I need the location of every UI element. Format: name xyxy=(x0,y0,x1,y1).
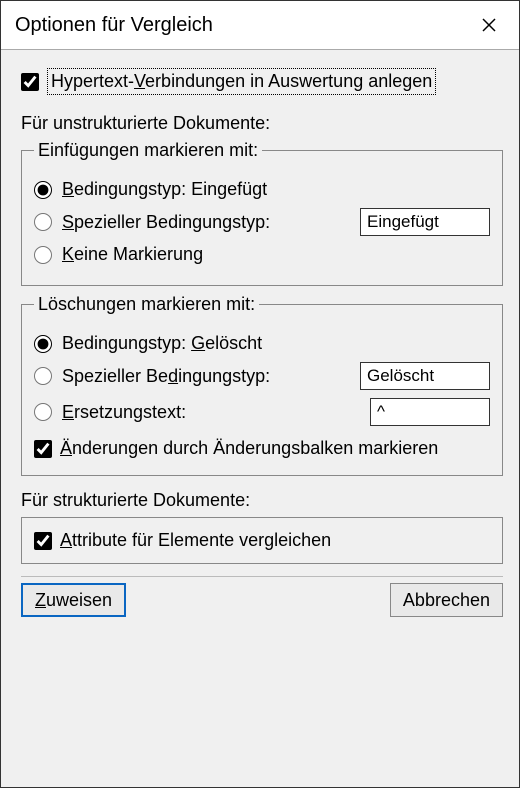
attributes-checkbox[interactable] xyxy=(34,532,52,550)
deletions-radio-special-input[interactable] xyxy=(34,367,52,385)
insertions-group: Einfügungen markieren mit: Bedingungstyp… xyxy=(21,140,503,286)
deletions-radio-condtype-input[interactable] xyxy=(34,335,52,353)
assign-button[interactable]: Zuweisen xyxy=(21,583,126,617)
changebars-label: Änderungen durch Änderungsbalken markier… xyxy=(60,438,438,459)
deletions-radio-replace[interactable]: Ersetzungstext: xyxy=(34,398,490,426)
insertions-radio-none[interactable]: Keine Markierung xyxy=(34,244,490,265)
insertions-radio-special-label: Spezieller Bedingungstyp: xyxy=(62,212,270,233)
insertions-radio-special-input[interactable] xyxy=(34,213,52,231)
insertions-radio-condtype[interactable]: Bedingungstyp: Eingefügt xyxy=(34,179,490,200)
deletions-radio-condtype-label: Bedingungstyp: Gelöscht xyxy=(62,333,262,354)
hypertext-checkbox-row[interactable]: Hypertext-Verbindungen in Auswertung anl… xyxy=(21,68,503,95)
deletions-replace-input[interactable] xyxy=(370,398,490,426)
insertions-legend: Einfügungen markieren mit: xyxy=(34,140,262,161)
changebars-checkbox[interactable] xyxy=(34,440,52,458)
deletions-radio-replace-label: Ersetzungstext: xyxy=(62,402,186,423)
deletions-legend: Löschungen markieren mit: xyxy=(34,294,259,315)
structured-section-label: Für strukturierte Dokumente: xyxy=(21,490,503,511)
insertions-radio-none-input[interactable] xyxy=(34,246,52,264)
structured-group: Attribute für Elemente vergleichen xyxy=(21,517,503,564)
close-icon xyxy=(481,17,497,33)
insertions-radio-special[interactable]: Spezieller Bedingungstyp: xyxy=(34,208,490,236)
changebars-checkbox-row[interactable]: Änderungen durch Änderungsbalken markier… xyxy=(34,438,490,459)
insertions-special-input[interactable] xyxy=(360,208,490,236)
attributes-label: Attribute für Elemente vergleichen xyxy=(60,530,331,551)
hypertext-label: Hypertext-Verbindungen in Auswertung anl… xyxy=(47,68,436,95)
deletions-radio-special[interactable]: Spezieller Bedingungstyp: xyxy=(34,362,490,390)
attributes-checkbox-row[interactable]: Attribute für Elemente vergleichen xyxy=(34,530,490,551)
button-row: Zuweisen Abbrechen xyxy=(21,583,503,621)
deletions-special-input[interactable] xyxy=(360,362,490,390)
close-button[interactable] xyxy=(467,5,511,45)
deletions-radio-replace-input[interactable] xyxy=(34,403,52,421)
compare-options-dialog: Optionen für Vergleich Hypertext-Verbind… xyxy=(0,0,520,788)
titlebar: Optionen für Vergleich xyxy=(1,1,519,50)
insertions-radio-condtype-input[interactable] xyxy=(34,181,52,199)
dialog-title: Optionen für Vergleich xyxy=(15,14,213,37)
deletions-radio-special-label: Spezieller Bedingungstyp: xyxy=(62,366,270,387)
deletions-radio-condtype[interactable]: Bedingungstyp: Gelöscht xyxy=(34,333,490,354)
unstructured-section-label: Für unstrukturierte Dokumente: xyxy=(21,113,503,134)
deletions-group: Löschungen markieren mit: Bedingungstyp:… xyxy=(21,294,503,476)
button-separator xyxy=(21,576,503,577)
insertions-radio-condtype-label: Bedingungstyp: Eingefügt xyxy=(62,179,267,200)
insertions-radio-none-label: Keine Markierung xyxy=(62,244,203,265)
cancel-button[interactable]: Abbrechen xyxy=(390,583,503,617)
hypertext-checkbox[interactable] xyxy=(21,73,39,91)
dialog-content: Hypertext-Verbindungen in Auswertung anl… xyxy=(1,50,519,787)
